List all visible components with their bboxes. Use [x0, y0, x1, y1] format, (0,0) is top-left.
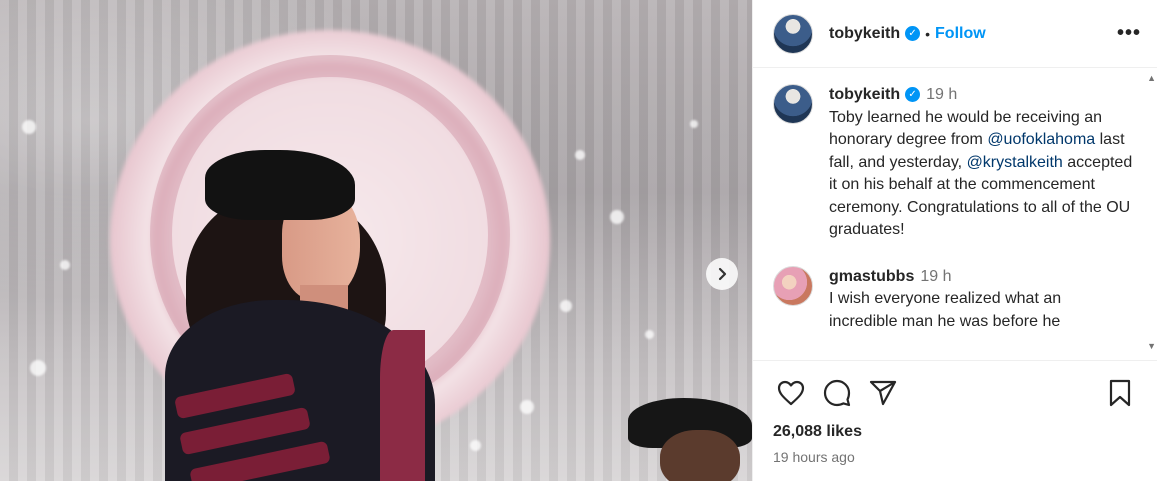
comment-icon [823, 379, 851, 407]
robe-trim [380, 330, 425, 481]
separator: • [925, 25, 931, 42]
heart-icon [777, 380, 805, 406]
bokeh-light [575, 150, 585, 160]
man-face [660, 430, 740, 481]
verified-badge-icon: ✓ [905, 26, 921, 41]
bokeh-light [60, 260, 70, 270]
post-photo [0, 0, 752, 481]
send-icon [869, 380, 897, 406]
commenter-avatar[interactable] [773, 265, 813, 306]
mention-link[interactable]: @uofoklahoma [987, 131, 1095, 148]
bokeh-light [22, 120, 36, 134]
likes-count[interactable]: 26,088 likes [753, 411, 1157, 441]
comment-username[interactable]: gmastubbs [829, 268, 914, 285]
chevron-right-icon [718, 267, 727, 281]
bokeh-light [690, 120, 698, 128]
more-options-icon[interactable]: ••• [1117, 22, 1141, 45]
verified-badge-icon: ✓ [905, 87, 921, 103]
save-button[interactable] [1102, 375, 1138, 411]
comment-text: I wish everyone realized what an incredi… [829, 290, 1062, 330]
comments-list[interactable]: tobykeith ✓ 19 h Toby learned he would be … [753, 69, 1157, 359]
bokeh-light [645, 330, 654, 339]
bokeh-light [610, 210, 624, 224]
caption-comment: tobykeith ✓ 19 h Toby learned he would be … [753, 69, 1157, 242]
comment-time: 19 h [926, 86, 958, 103]
bokeh-light [30, 360, 46, 376]
like-button[interactable] [773, 375, 809, 411]
scroll-down-icon[interactable]: ▼ [1147, 341, 1156, 351]
post-side-panel: tobykeith ✓ • Follow ••• tobykeith ✓ 19 h … [752, 0, 1157, 481]
comment-time: 19 h [920, 267, 952, 285]
bookmark-icon [1109, 379, 1131, 407]
scroll-up-icon[interactable]: ▲ [1147, 73, 1156, 83]
mention-link[interactable]: @krystalkeith [967, 154, 1063, 171]
comment: gmastubbs 19 h I wish everyone realized w… [753, 242, 1157, 334]
author-handle[interactable]: tobykeith [829, 25, 900, 43]
comment-username[interactable]: tobykeith [829, 86, 900, 103]
comment-button[interactable] [819, 375, 855, 411]
share-button[interactable] [865, 375, 901, 411]
author-avatar[interactable] [773, 13, 813, 54]
next-photo-button[interactable] [706, 258, 738, 290]
bokeh-light [520, 400, 534, 414]
commenter-avatar[interactable] [773, 84, 813, 124]
post-timestamp[interactable]: 19 hours ago [753, 441, 1157, 465]
bokeh-light [470, 440, 481, 451]
post-header: tobykeith ✓ • Follow ••• [753, 0, 1157, 68]
bokeh-light [560, 300, 572, 312]
post-actions: 26,088 likes 19 hours ago [753, 360, 1157, 481]
follow-button[interactable]: Follow [935, 25, 986, 43]
academic-cap [205, 150, 355, 220]
